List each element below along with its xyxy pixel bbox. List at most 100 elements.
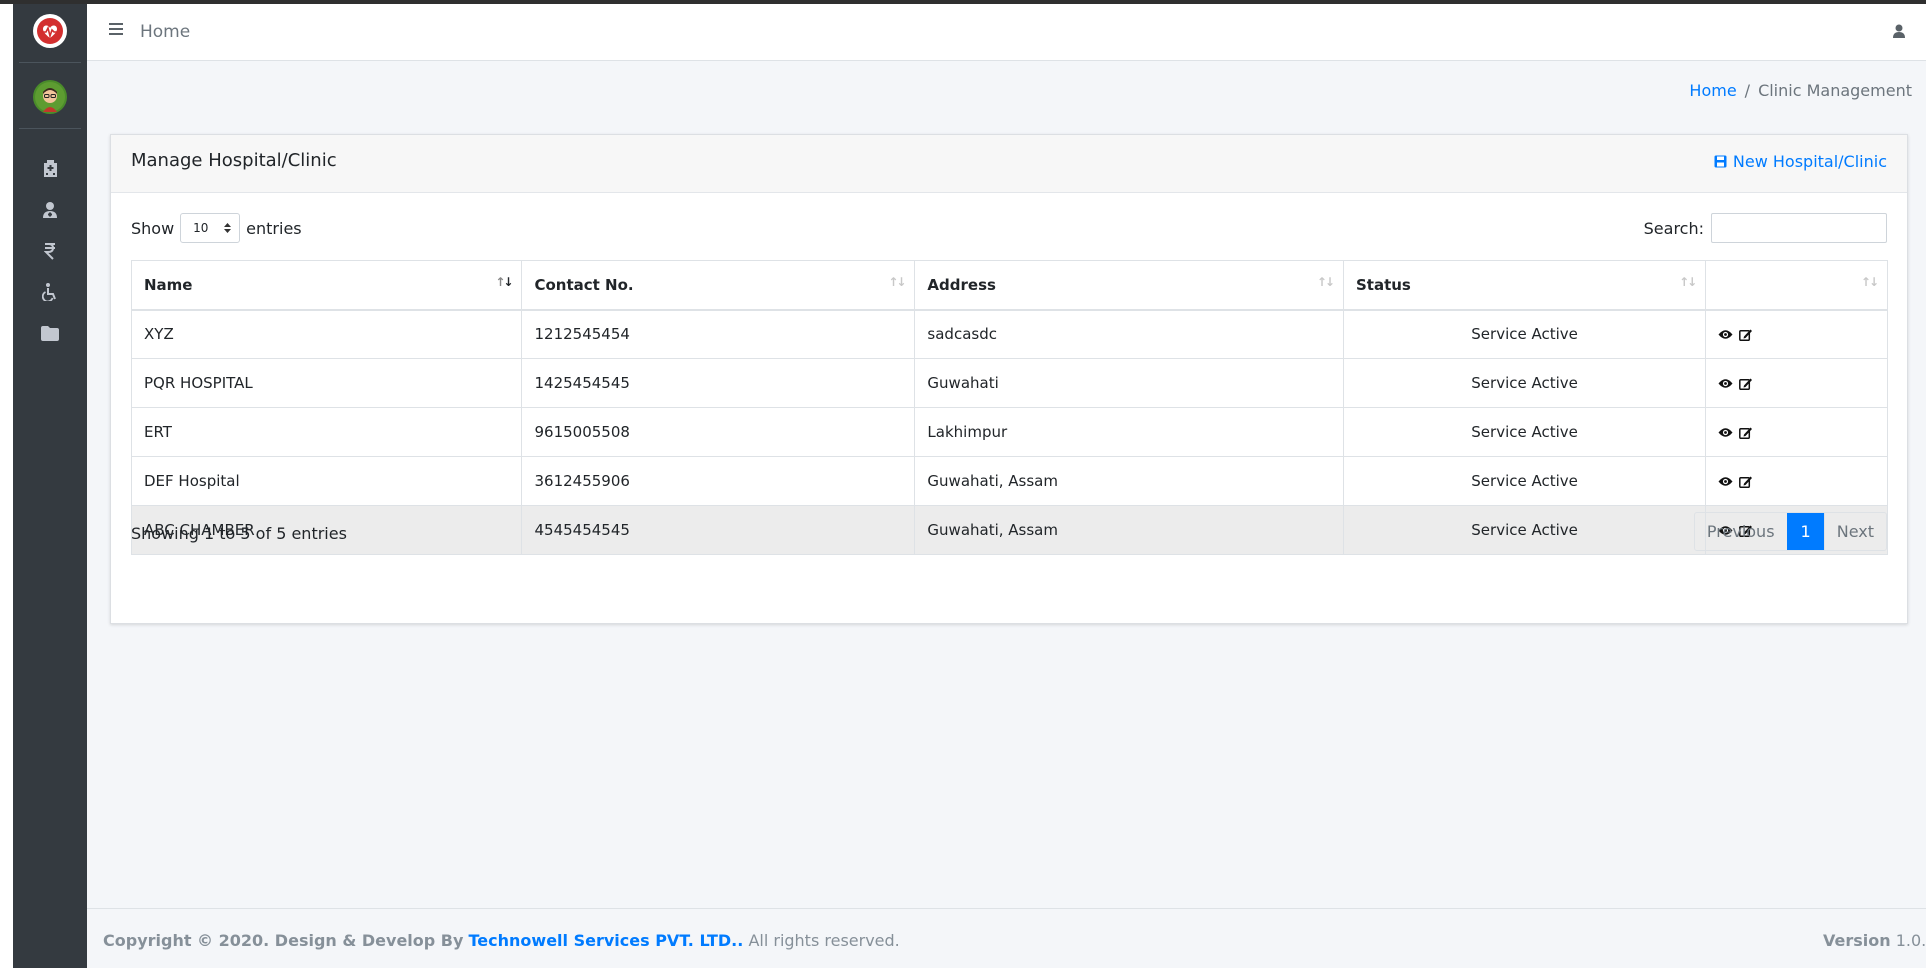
table-row: ERT 9615005508 Lakhimpur Service Active xyxy=(130,407,1888,457)
card-header: Manage Hospital/Clinic New Hospital/Clin… xyxy=(111,135,1907,193)
search-control: Search: xyxy=(1644,213,1887,243)
cell-contact: 9615005508 xyxy=(521,407,916,457)
table-row: PQR HOSPITAL 1425454545 Guwahati Service… xyxy=(130,358,1888,408)
view-icon[interactable] xyxy=(1718,378,1733,389)
hospital-icon xyxy=(43,160,57,177)
footer-version: Version 1.0.0 xyxy=(1823,931,1926,950)
sort-icon: ↑↓ xyxy=(1679,275,1697,289)
new-hospital-button[interactable]: New Hospital/Clinic xyxy=(1714,152,1887,171)
column-header-status[interactable]: Status ↑↓ xyxy=(1342,260,1707,311)
company-link[interactable]: Technowell Services PVT. LTD.. xyxy=(469,931,744,950)
menu-toggle-button[interactable] xyxy=(109,23,125,39)
pagination-next[interactable]: Next xyxy=(1823,513,1886,550)
cell-address: Guwahati, Assam xyxy=(914,505,1344,555)
edit-icon[interactable] xyxy=(1739,377,1753,390)
table-row: ABC CHAMBER 4545454545 Guwahati, Assam S… xyxy=(130,505,1888,555)
edit-icon[interactable] xyxy=(1739,426,1753,439)
save-icon xyxy=(1714,155,1727,168)
breadcrumb-current: Clinic Management xyxy=(1758,81,1912,100)
entries-label: entries xyxy=(246,218,302,238)
breadcrumb-home-link[interactable]: Home xyxy=(1689,81,1736,100)
cell-status: Service Active xyxy=(1342,358,1707,408)
wheelchair-icon xyxy=(41,283,56,301)
cell-contact: 1425454545 xyxy=(521,358,916,408)
cell-name: DEF Hospital xyxy=(130,456,523,506)
cell-address: Guwahati xyxy=(914,358,1344,408)
sidebar-item-patients[interactable] xyxy=(13,272,87,312)
pagination-previous[interactable]: Previous xyxy=(1695,513,1787,550)
avatar[interactable] xyxy=(33,80,67,114)
cell-status: Service Active xyxy=(1342,309,1707,359)
table-header-row: Name ↑↓ Contact No. ↑↓ Address ↑↓ Status ↑↓ … xyxy=(130,260,1888,311)
cell-status: Service Active xyxy=(1342,456,1707,506)
table-row: DEF Hospital 3612455906 Guwahati, Assam … xyxy=(130,456,1888,506)
edit-icon[interactable] xyxy=(1739,328,1753,341)
cell-actions xyxy=(1705,407,1888,457)
cell-contact: 4545454545 xyxy=(521,505,916,555)
cell-actions xyxy=(1705,358,1888,408)
sidebar-item-hospital[interactable] xyxy=(13,149,87,189)
cell-address: sadcasdc xyxy=(914,309,1344,359)
copyright-text: Copyright © 2020. Design & Develop By xyxy=(103,931,464,950)
cell-address: Guwahati, Assam xyxy=(914,456,1344,506)
column-header-name[interactable]: Name ↑↓ xyxy=(130,260,523,311)
page-size-control: Show 10 entries xyxy=(131,213,302,243)
cell-name: ERT xyxy=(130,407,523,457)
footer-copyright: Copyright © 2020. Design & Develop By Te… xyxy=(103,931,900,950)
table-row: XYZ 1212545454 sadcasdc Service Active xyxy=(130,309,1888,359)
cell-status: Service Active xyxy=(1342,505,1707,555)
column-header-address[interactable]: Address ↑↓ xyxy=(914,260,1344,311)
page-size-select[interactable]: 10 xyxy=(180,213,241,243)
cell-actions xyxy=(1705,456,1888,506)
cell-contact: 1212545454 xyxy=(521,309,916,359)
breadcrumb-separator: / xyxy=(1744,81,1751,100)
footer: Copyright © 2020. Design & Develop By Te… xyxy=(87,908,1926,968)
table-info: Showing 1 to 5 of 5 entries xyxy=(131,524,347,543)
search-input[interactable] xyxy=(1711,213,1887,243)
card-title: Manage Hospital/Clinic xyxy=(131,150,337,171)
version-value: 1.0.0 xyxy=(1895,931,1926,950)
sidebar-item-doctors[interactable] xyxy=(13,190,87,230)
clinic-table: Name ↑↓ Contact No. ↑↓ Address ↑↓ Status ↑↓ … xyxy=(130,260,1888,555)
cell-actions xyxy=(1705,309,1888,359)
search-label: Search: xyxy=(1643,218,1704,238)
folder-icon xyxy=(41,325,59,341)
cell-status: Service Active xyxy=(1342,407,1707,457)
user-icon xyxy=(1893,24,1905,38)
top-navbar: Home xyxy=(87,4,1926,61)
cell-name: XYZ xyxy=(130,309,523,359)
rupee-icon xyxy=(44,242,55,260)
pagination-page-1[interactable]: 1 xyxy=(1786,513,1824,550)
column-header-contact[interactable]: Contact No. ↑↓ xyxy=(521,260,916,311)
user-menu-button[interactable] xyxy=(1893,23,1905,43)
sidebar-item-payments[interactable] xyxy=(13,231,87,271)
version-label: Version xyxy=(1823,931,1891,950)
user-avatar-icon xyxy=(35,82,65,112)
select-arrows-icon xyxy=(224,223,232,233)
heartbeat-icon xyxy=(37,18,63,44)
sort-icon: ↑↓ xyxy=(1316,275,1335,289)
header-home-link[interactable]: Home xyxy=(140,22,190,42)
rights-text: All rights reserved. xyxy=(748,931,900,950)
view-icon[interactable] xyxy=(1718,476,1733,487)
cell-address: Lakhimpur xyxy=(914,407,1344,457)
view-icon[interactable] xyxy=(1718,329,1733,340)
view-icon[interactable] xyxy=(1718,427,1733,438)
new-hospital-label: New Hospital/Clinic xyxy=(1732,152,1887,171)
cell-contact: 3612455906 xyxy=(521,456,916,506)
sort-icon: ↑↓ xyxy=(1860,275,1879,289)
column-header-actions[interactable]: ↑↓ xyxy=(1705,260,1888,311)
content-area: Home / Clinic Management Manage Hospital/C… xyxy=(87,61,1926,908)
sidebar-item-documents[interactable] xyxy=(13,313,87,353)
sort-icon: ↑↓ xyxy=(888,275,906,289)
brand-logo[interactable] xyxy=(33,14,67,48)
sort-icon: ↑↓ xyxy=(495,275,513,289)
breadcrumb: Home / Clinic Management xyxy=(1689,81,1912,100)
cell-name: PQR HOSPITAL xyxy=(130,358,523,408)
user-md-icon xyxy=(43,202,57,218)
edit-icon[interactable] xyxy=(1739,475,1753,488)
sidebar-divider xyxy=(19,62,81,63)
show-label: Show xyxy=(131,218,175,238)
sidebar xyxy=(13,4,87,968)
page-size-value: 10 xyxy=(193,221,209,235)
